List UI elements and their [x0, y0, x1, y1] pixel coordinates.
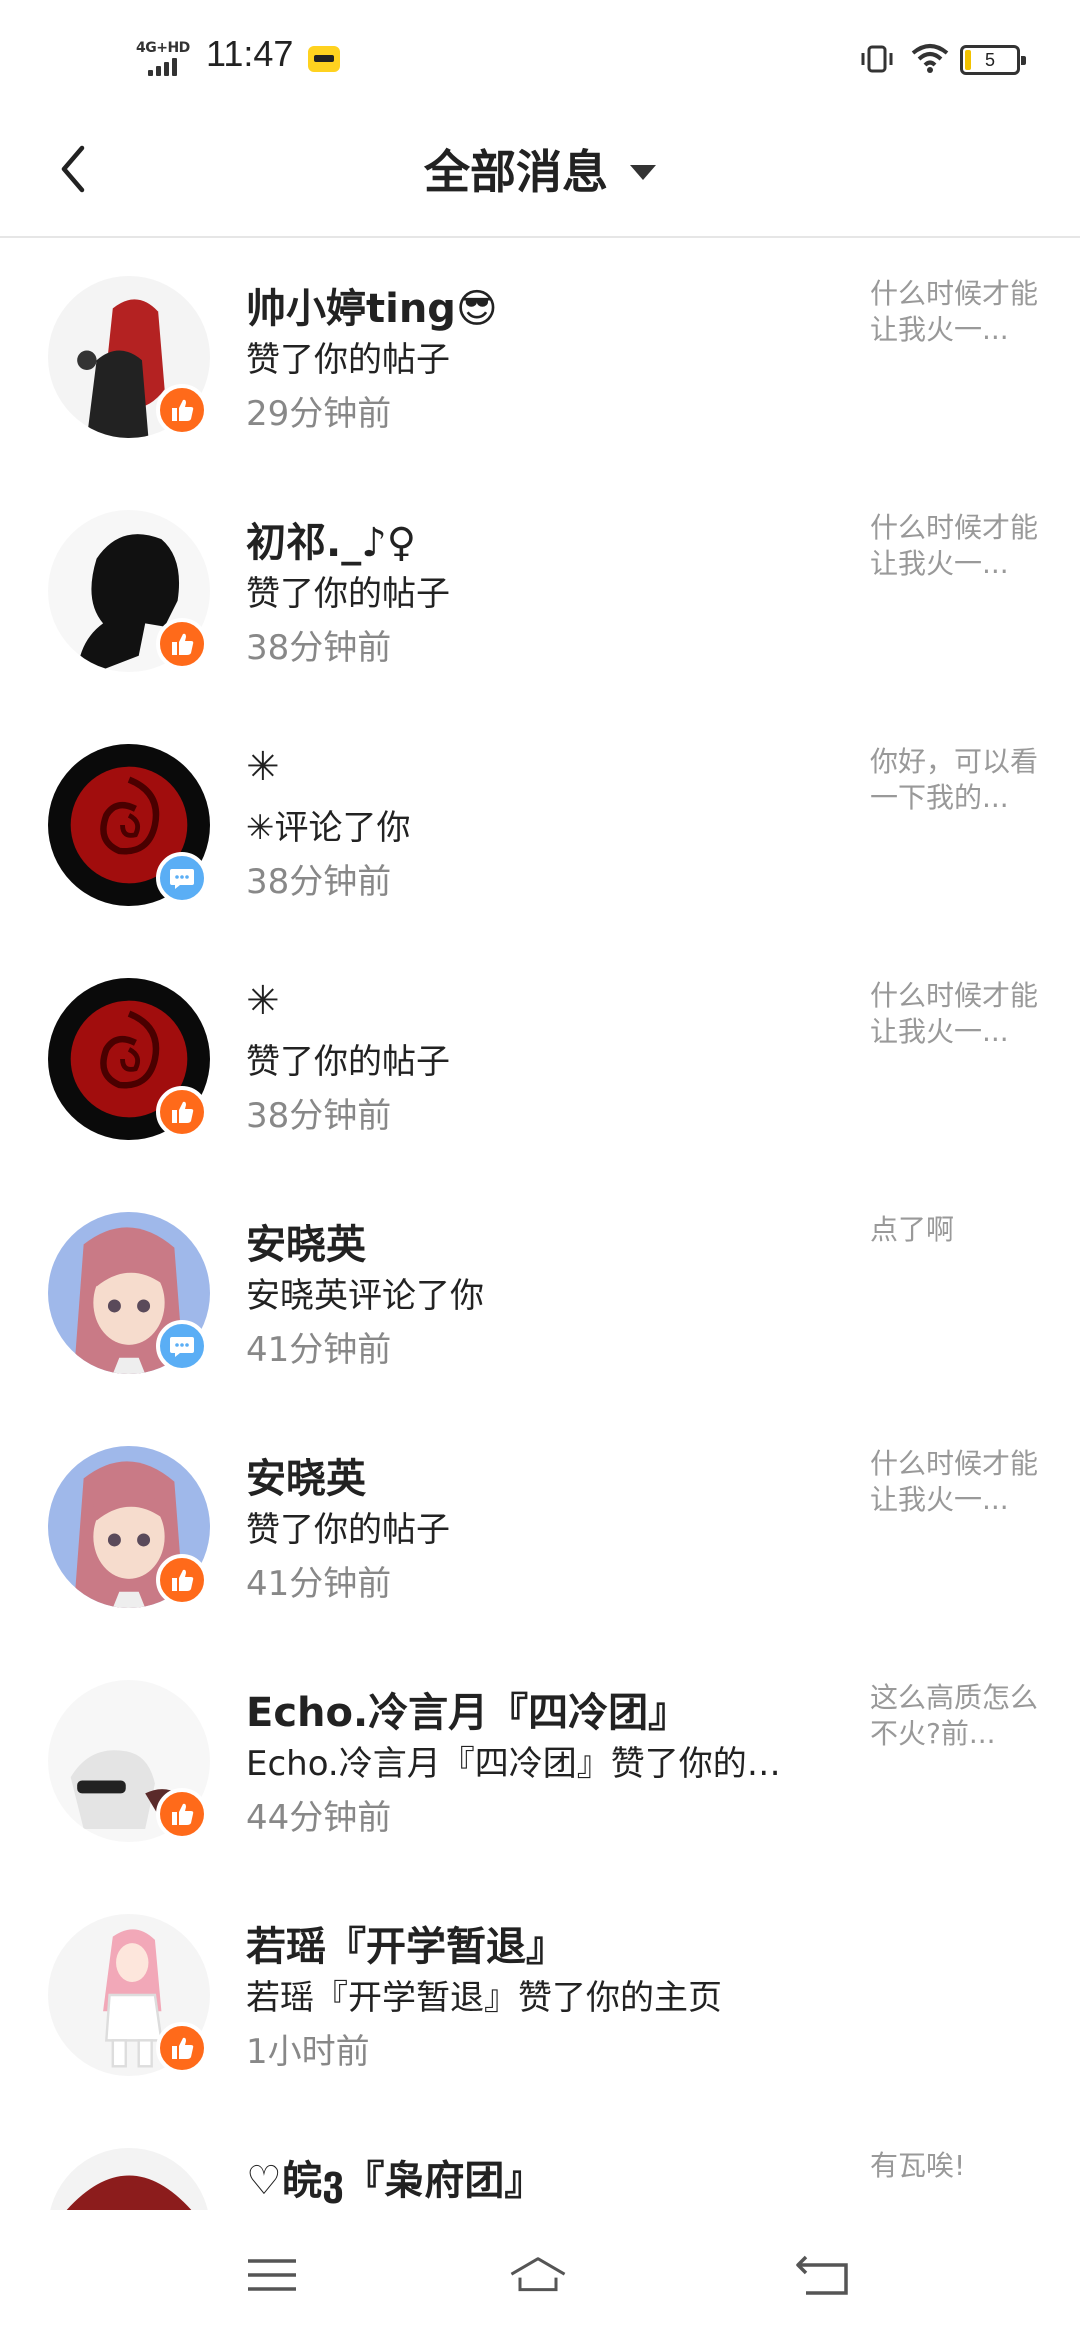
network-label: 4G+HD	[136, 40, 190, 56]
message-item[interactable]: 初祁._♪♀ 赞了你的帖子 38分钟前 什么时候才能让我火一...	[0, 474, 1080, 708]
sender-name[interactable]: 初祁._♪♀	[246, 510, 416, 568]
like-badge	[156, 1554, 208, 1606]
sender-name[interactable]: 安晓英	[246, 1446, 366, 1504]
message-time: 44分钟前	[246, 1798, 392, 1838]
vibrate-icon	[858, 44, 896, 74]
like-badge	[156, 618, 208, 670]
post-preview[interactable]: 什么时候才能让我火一...	[870, 276, 1050, 348]
message-item[interactable]: ✳ ✳评论了你 38分钟前 你好，可以看一下我的...	[0, 708, 1080, 942]
wifi-icon	[910, 42, 950, 74]
battery-icon: 5	[960, 45, 1026, 75]
network-indicator: 4G+HD	[136, 40, 196, 76]
menu-icon	[248, 2259, 296, 2291]
system-nav-bar	[0, 2210, 1080, 2340]
message-item[interactable]: ✳ 赞了你的帖子 38分钟前 什么时候才能让我火一...	[0, 942, 1080, 1176]
post-preview[interactable]: 有瓦唉!	[870, 2148, 1050, 2184]
dropdown-caret-icon	[630, 164, 656, 180]
like-badge	[156, 1086, 208, 1138]
status-time: 11:47	[206, 33, 294, 74]
message-action: 赞了你的帖子	[246, 574, 450, 614]
comment-icon	[170, 1337, 194, 1357]
page-title: 全部消息	[424, 145, 608, 199]
message-time: 29分钟前	[246, 394, 392, 434]
message-item[interactable]: 安晓英 赞了你的帖子 41分钟前 什么时候才能让我火一...	[0, 1410, 1080, 1644]
like-badge	[156, 2022, 208, 2074]
thumbs-up-icon	[172, 399, 194, 421]
message-action: 赞了你的帖子	[246, 340, 450, 380]
message-action: 若瑶『开学暂退』赞了你的主页	[246, 1978, 722, 2018]
post-preview[interactable]: 点了啊	[870, 1212, 1050, 1248]
message-item[interactable]: 若瑶『开学暂退』 若瑶『开学暂退』赞了你的主页 1小时前	[0, 1878, 1080, 2112]
message-list[interactable]: 帅小婷ting😎 赞了你的帖子 29分钟前 什么时候才能让我火一... 初祁._…	[0, 240, 1080, 2210]
home-button[interactable]	[508, 2250, 568, 2300]
comment-badge	[156, 852, 208, 904]
message-action: 安晓英评论了你	[246, 1276, 484, 1316]
post-preview[interactable]: 什么时候才能让我火一...	[870, 978, 1050, 1050]
home-icon	[510, 2257, 566, 2292]
sender-name[interactable]: ♡皖ვ『枭府团』	[246, 2148, 544, 2206]
thumbs-up-icon	[172, 1803, 194, 1825]
return-icon	[796, 2255, 848, 2295]
message-filter-dropdown[interactable]: 全部消息	[0, 136, 1080, 202]
message-action: 赞了你的帖子	[246, 1510, 450, 1550]
battery-level: 5	[984, 50, 995, 70]
sender-name[interactable]: 若瑶『开学暂退』	[246, 1914, 566, 1972]
comment-icon	[170, 869, 194, 889]
sender-name[interactable]: ✳	[246, 978, 280, 1024]
message-item[interactable]: ♡皖ვ『枭府团』 有瓦唉!	[0, 2112, 1080, 2210]
sender-name[interactable]: ✳	[246, 744, 280, 790]
avatar[interactable]	[48, 2148, 210, 2210]
message-item[interactable]: Echo.冷言月『四冷团』 Echo.冷言月『四冷团』赞了你的… 44分钟前 这…	[0, 1644, 1080, 1878]
message-action: Echo.冷言月『四冷团』赞了你的…	[246, 1744, 781, 1784]
message-time: 38分钟前	[246, 1096, 392, 1136]
thumbs-up-icon	[172, 2037, 194, 2059]
comment-badge	[156, 1320, 208, 1372]
like-badge	[156, 1788, 208, 1840]
back-nav-button[interactable]	[792, 2250, 852, 2300]
post-preview[interactable]: 你好，可以看一下我的...	[870, 744, 1050, 816]
message-action: 赞了你的帖子	[246, 1042, 450, 1082]
message-item[interactable]: 帅小婷ting😎 赞了你的帖子 29分钟前 什么时候才能让我火一...	[0, 240, 1080, 474]
signal-icon	[148, 58, 177, 76]
message-time: 1小时前	[246, 2032, 370, 2072]
message-action: ✳评论了你	[246, 808, 411, 848]
message-time: 41分钟前	[246, 1330, 392, 1370]
post-preview[interactable]: 这么高质怎么不火?前...	[870, 1680, 1050, 1752]
app-notification-icon	[308, 46, 340, 72]
thumbs-up-icon	[172, 1101, 194, 1123]
sender-name[interactable]: Echo.冷言月『四冷团』	[246, 1680, 688, 1738]
post-preview[interactable]: 什么时候才能让我火一...	[870, 1446, 1050, 1518]
status-bar: 4G+HD 11:47 5	[0, 0, 1080, 110]
sender-name[interactable]: 安晓英	[246, 1212, 366, 1270]
message-time: 38分钟前	[246, 862, 392, 902]
menu-button[interactable]	[242, 2250, 302, 2300]
like-badge	[156, 384, 208, 436]
message-item[interactable]: 安晓英 安晓英评论了你 41分钟前 点了啊	[0, 1176, 1080, 1410]
message-time: 41分钟前	[246, 1564, 392, 1604]
sender-name[interactable]: 帅小婷ting😎	[246, 276, 498, 334]
thumbs-up-icon	[172, 633, 194, 655]
thumbs-up-icon	[172, 1569, 194, 1591]
message-time: 38分钟前	[246, 628, 392, 668]
post-preview[interactable]: 什么时候才能让我火一...	[870, 510, 1050, 582]
header-bar: 全部消息	[0, 110, 1080, 238]
